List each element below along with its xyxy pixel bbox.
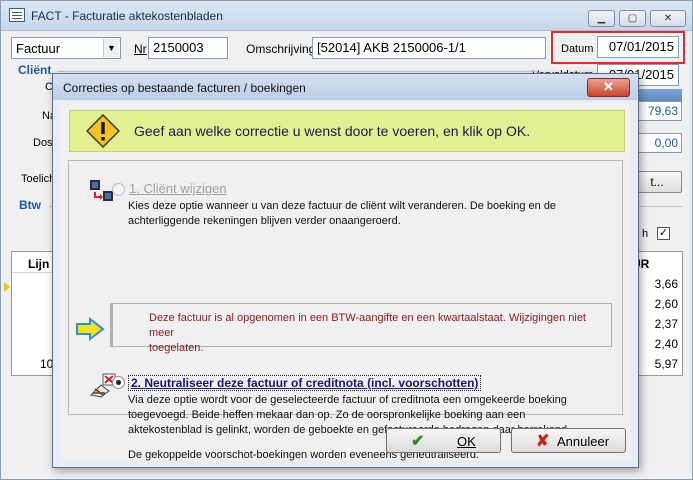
checkmark-icon: ✔ <box>411 433 425 450</box>
instruction-banner: Geef aan welke correctie u wenst door te… <box>69 110 625 152</box>
ok-button[interactable]: ✔ OK <box>386 428 501 453</box>
omschrijving-field[interactable]: [52014] AKB 2150006-1/1 <box>312 37 546 59</box>
client-group-label: Cliënt <box>18 63 52 77</box>
minimize-button[interactable]: ▁ <box>588 10 615 27</box>
locked-notice-line1: Deze factuur is al opgenomen in een BTW-… <box>149 312 586 339</box>
warning-icon <box>86 114 120 148</box>
maximize-icon: ▢ <box>627 13 638 24</box>
amount-total-field[interactable]: 79,63 <box>632 101 682 121</box>
option-change-client-label[interactable]: 1. Cliënt wijzigen <box>129 181 227 196</box>
col-header-lijn: Lijn <box>28 257 50 271</box>
amount-secondary-field[interactable]: 0,00 <box>632 133 682 153</box>
option-neutralize-desc-line3: aktekostenblad is gelinkt, worden de geb… <box>128 424 571 436</box>
btw-group-label: Btw <box>19 198 41 212</box>
current-row-marker-icon <box>4 282 10 292</box>
locked-notice-line2: toegelaten. <box>149 342 204 354</box>
tab-toelichting[interactable]: Toelich <box>21 173 55 185</box>
ok-button-label: OK <box>457 434 476 449</box>
table-row-value[interactable]: 2,60 <box>638 297 678 311</box>
close-icon: ✕ <box>663 13 673 24</box>
app-icon <box>9 8 25 22</box>
option-change-client-desc-line2: achterliggende rekeningen blijven verder… <box>128 215 401 227</box>
document-type-select[interactable]: Factuur ▼ <box>11 37 121 59</box>
option-change-client-desc-line1: Kies deze optie wanneer u van deze factu… <box>128 200 557 212</box>
option-neutralize-desc-line2: toegevoegd. Beide heffen mekaar dan op. … <box>128 409 526 421</box>
dialog-titlebar: Correcties op bestaande facturen / boeki… <box>53 74 638 100</box>
cross-icon: ✘ <box>536 433 550 450</box>
locked-notice-text: Deze factuur is al opgenomen in een BTW-… <box>149 311 609 356</box>
table-row-value[interactable]: 3,66 <box>638 277 678 291</box>
chevron-down-icon[interactable]: ▼ <box>103 39 119 57</box>
table-row-value[interactable]: 5,97 <box>638 357 678 371</box>
client-group-border <box>57 71 537 72</box>
option-checkbox[interactable]: ✓ <box>657 227 670 240</box>
arrow-right-icon <box>76 317 105 341</box>
window-title: FACT - Facturatie aktekostenbladen <box>31 9 223 23</box>
change-client-icon <box>90 180 113 201</box>
close-button[interactable]: ✕ <box>650 10 686 27</box>
dialog-body: Geef aan welke correctie u wenst door te… <box>61 102 630 461</box>
options-group: 1. Cliënt wijzigen Kies deze optie wanne… <box>68 160 623 461</box>
omschrijving-label: Omschrijving <box>246 42 316 56</box>
dialog-close-button[interactable]: ✕ <box>587 78 630 97</box>
date-highlight-box <box>551 31 685 64</box>
nr-label: Nr <box>134 42 147 56</box>
minimize-icon: ▁ <box>597 13 606 24</box>
option-h-label: h <box>642 228 649 240</box>
instruction-text: Geef aan welke correctie u wenst door te… <box>134 123 531 139</box>
cancel-button[interactable]: ✘ Annuleer <box>511 428 626 453</box>
maximize-button[interactable]: ▢ <box>619 10 646 27</box>
dialog-title: Correcties op bestaande facturen / boeki… <box>63 81 306 95</box>
option-neutralize-desc-line1: Via deze optie wordt voor de geselecteer… <box>128 394 567 406</box>
correction-dialog: Correcties op bestaande facturen / boeki… <box>52 73 639 468</box>
option-change-client-radio[interactable] <box>112 183 125 196</box>
table-row-value[interactable]: 2,37 <box>638 317 678 331</box>
close-icon: ✕ <box>603 79 614 94</box>
locked-notice: Deze factuur is al opgenomen in een BTW-… <box>110 303 612 354</box>
cancel-button-label: Annuleer <box>557 434 610 449</box>
table-row-value[interactable]: 2,40 <box>638 337 678 351</box>
more-button[interactable]: t... <box>632 171 682 193</box>
option-neutralize-radio[interactable] <box>112 376 125 389</box>
document-type-value: Factuur <box>16 41 61 56</box>
main-titlebar: FACT - Facturatie aktekostenbladen ▁ ▢ ✕ <box>1 1 692 31</box>
option-neutralize-label[interactable]: 2. Neutraliseer deze factuur of creditno… <box>128 375 482 391</box>
nr-field[interactable]: 2150003 <box>148 37 228 59</box>
